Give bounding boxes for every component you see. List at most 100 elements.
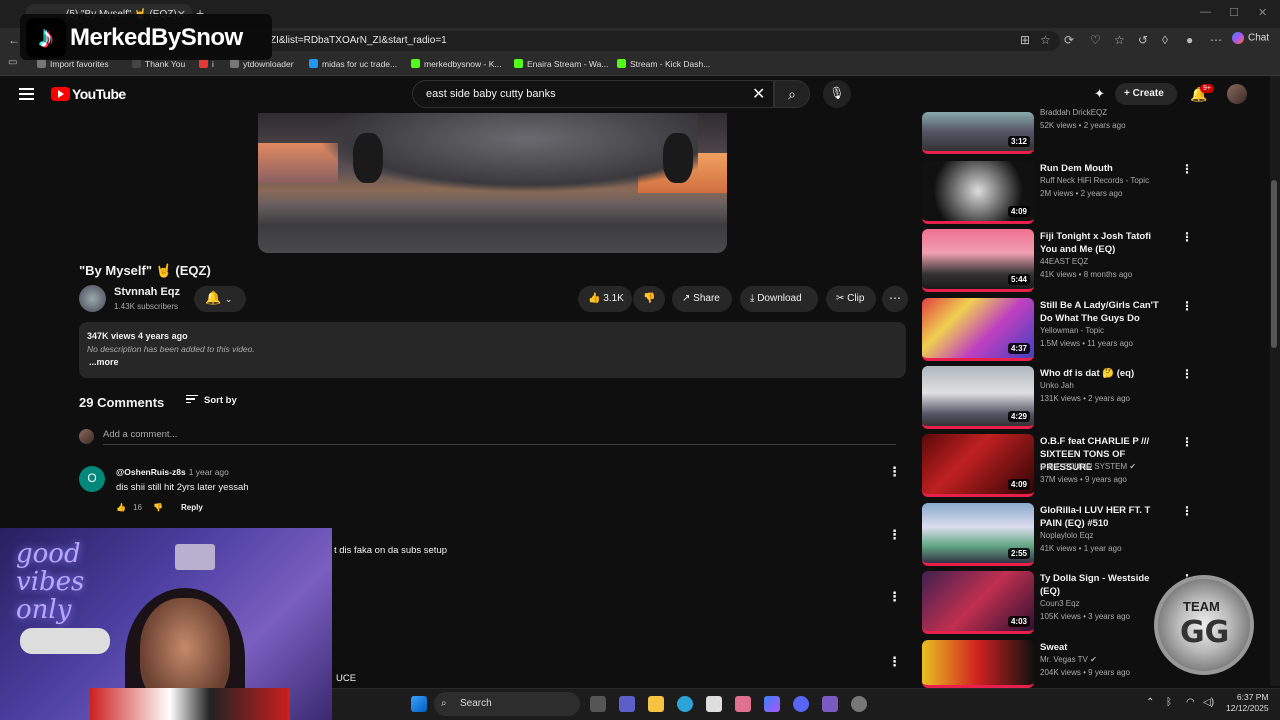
comment-menu-icon[interactable]: ⋮ [888,527,901,543]
windows-start-icon[interactable] [411,696,427,712]
sidebar-video-thumbnail[interactable]: 4:29 [922,366,1034,429]
sidebar-video-title[interactable]: Sweat [1040,641,1170,654]
comment-menu-icon[interactable]: ⋮ [888,464,901,480]
show-more-link[interactable]: ...more [89,357,119,367]
add-comment-input[interactable]: Add a comment... [103,429,896,445]
create-button[interactable]: + Create [1115,83,1177,105]
shield-icon[interactable]: ◊ [1162,33,1168,47]
edge-icon[interactable] [677,696,693,712]
youtube-logo-text[interactable]: YouTube [72,86,126,102]
sidebar-video-thumbnail[interactable]: 5:44 [922,229,1034,292]
sidebar-video-title[interactable]: Still Be A Lady/Girls Can'T Do What The … [1040,299,1170,325]
sidebar-channel-name[interactable]: Noplaylolo Eqz [1040,531,1093,540]
account-avatar[interactable] [1227,84,1247,104]
volume-icon[interactable]: ◁) [1203,697,1214,708]
sidebar-menu-icon[interactable]: ⋮ [1181,299,1193,313]
sidebar-video-title[interactable]: Who df is dat 🤔 (eq) [1040,367,1170,380]
sidebar-channel-name[interactable]: Unko Jah [1040,381,1074,390]
copilot-chat-button[interactable]: Chat [1232,32,1269,44]
extensions-icon[interactable]: ⟳ [1064,33,1074,47]
close-window-icon[interactable]: ✕ [1258,6,1267,19]
sidebar-menu-icon[interactable]: ⋮ [1181,435,1193,449]
dislike-button[interactable]: 👎 [633,286,665,312]
copilot-taskbar-icon[interactable] [764,696,780,712]
comment-author[interactable]: @OshenRuis-z8s 1 year ago [116,467,229,477]
comment-like-button[interactable]: 👍 [116,503,126,512]
sidebar-channel-name[interactable]: Mr. Vegas TV ✔ [1040,655,1097,664]
reply-button[interactable]: Reply [181,503,203,512]
store-icon[interactable] [706,696,722,712]
sidebar-video-thumbnail[interactable]: 4:03 [922,571,1034,634]
tray-chevron-up-icon[interactable]: ⌃ [1146,697,1154,708]
sidebar-video-title[interactable]: Ty Dolla Sign - Westside (EQ) [1040,572,1170,598]
premium-icon[interactable]: ✦ [1094,86,1105,102]
file-explorer-icon[interactable] [648,696,664,712]
settings-gear-icon[interactable] [851,696,867,712]
sidebar-video-title[interactable]: Fiji Tonight x Josh Tatofi You and Me (E… [1040,230,1170,256]
search-button[interactable]: ⌕ [774,80,810,108]
sidebar-toggle-icon[interactable]: ▭ [8,57,17,68]
commenter-avatar[interactable]: O [79,466,105,492]
sidebar-video-thumbnail[interactable]: 3:12 [922,112,1034,154]
sidebar-video-title[interactable]: GloRilla-I LUV HER FT. T PAIN (EQ) #510 [1040,504,1170,530]
favorite-star-icon[interactable]: ☆ [1040,33,1051,47]
bookmark-item[interactable]: Import favorites [37,59,109,69]
sidebar-video-thumbnail[interactable]: 4:09 [922,161,1034,224]
description-box[interactable]: 347K views 4 years ago No description ha… [79,322,906,378]
search-input[interactable]: east side baby cutty banks [412,80,774,108]
sidebar-video-thumbnail[interactable]: 4:37 [922,298,1034,361]
comment-dislike-button[interactable]: 👎 [153,503,163,512]
share-button[interactable]: ↗ Share [672,286,732,312]
voice-search-button[interactable]: 🎙 [823,80,851,108]
clear-search-icon[interactable]: ✕ [752,84,765,104]
taskbar-clock[interactable]: 6:37 PM 12/12/2025 [1226,692,1269,714]
maximize-icon[interactable]: ☐ [1229,6,1239,19]
sidebar-menu-icon[interactable]: ⋮ [1181,367,1193,381]
minimize-icon[interactable]: — [1200,6,1211,18]
like-button[interactable]: 👍 3.1K [578,286,632,312]
sidebar-video-title[interactable]: Run Dem Mouth [1040,162,1170,175]
sort-comments-button[interactable]: Sort by [186,395,237,406]
back-icon[interactable]: ← [8,33,20,47]
teams-icon[interactable] [619,696,635,712]
task-view-icon[interactable] [590,696,606,712]
sidebar-channel-name[interactable]: Yellowman - Topic [1040,326,1104,335]
photos-icon[interactable] [735,696,751,712]
youtube-logo-icon[interactable] [51,87,70,101]
sidebar-video-thumbnail[interactable] [922,640,1034,688]
history-icon[interactable]: ↺ [1138,33,1148,47]
sidebar-channel-name[interactable]: 44EAST EQZ [1040,257,1088,266]
more-menu-icon[interactable]: ⋯ [1210,33,1222,47]
bookmark-item[interactable]: Stream - Kick Dash... [617,59,710,69]
bookmark-item[interactable]: merkedbysnow - K... [411,59,501,69]
channel-name[interactable]: Stvnnah Eqz [114,286,180,298]
sidebar-channel-name[interactable]: O.B.F SOUND SYSTEM ✔ [1040,462,1136,471]
wifi-icon[interactable]: ◠ [1186,697,1195,708]
comment-menu-icon[interactable]: ⋮ [888,654,901,670]
bookmark-item[interactable]: Thank You [132,59,185,69]
bookmark-item[interactable]: i [199,59,214,69]
sidebar-channel-name[interactable]: Ruff Neck HiFi Records - Topic [1040,176,1149,185]
sidebar-menu-icon[interactable]: ⋮ [1181,230,1193,244]
menu-icon[interactable] [19,88,34,100]
comment-menu-icon[interactable]: ⋮ [888,589,901,605]
sidebar-menu-icon[interactable]: ⋮ [1181,504,1193,518]
app-icon[interactable]: ⊞ [1020,33,1030,47]
sidebar-menu-icon[interactable]: ⋮ [1181,162,1193,176]
bookmark-item[interactable]: ytdownloader [230,59,294,69]
page-scrollbar[interactable] [1270,76,1280,686]
taskbar-search[interactable]: Search [434,692,580,716]
scrollbar-thumb[interactable] [1271,180,1277,348]
download-button[interactable]: ⤓ Download [740,286,818,312]
subscription-bell-button[interactable]: 🔔 ⌄ [194,286,246,312]
channel-avatar[interactable] [79,285,106,312]
discord-icon[interactable] [793,696,809,712]
bluetooth-icon[interactable]: ᛒ [1166,697,1172,708]
more-actions-button[interactable]: ⋯ [882,286,908,312]
profile-icon[interactable]: ● [1186,33,1193,47]
browser-essentials-icon[interactable]: ♡ [1090,33,1101,47]
sidebar-video-thumbnail[interactable]: 4:09 [922,434,1034,497]
sidebar-channel-name[interactable]: Coun3 Eqz [1040,599,1080,608]
clip-button[interactable]: ✂ Clip [826,286,876,312]
favorites-icon[interactable]: ☆ [1114,33,1125,47]
